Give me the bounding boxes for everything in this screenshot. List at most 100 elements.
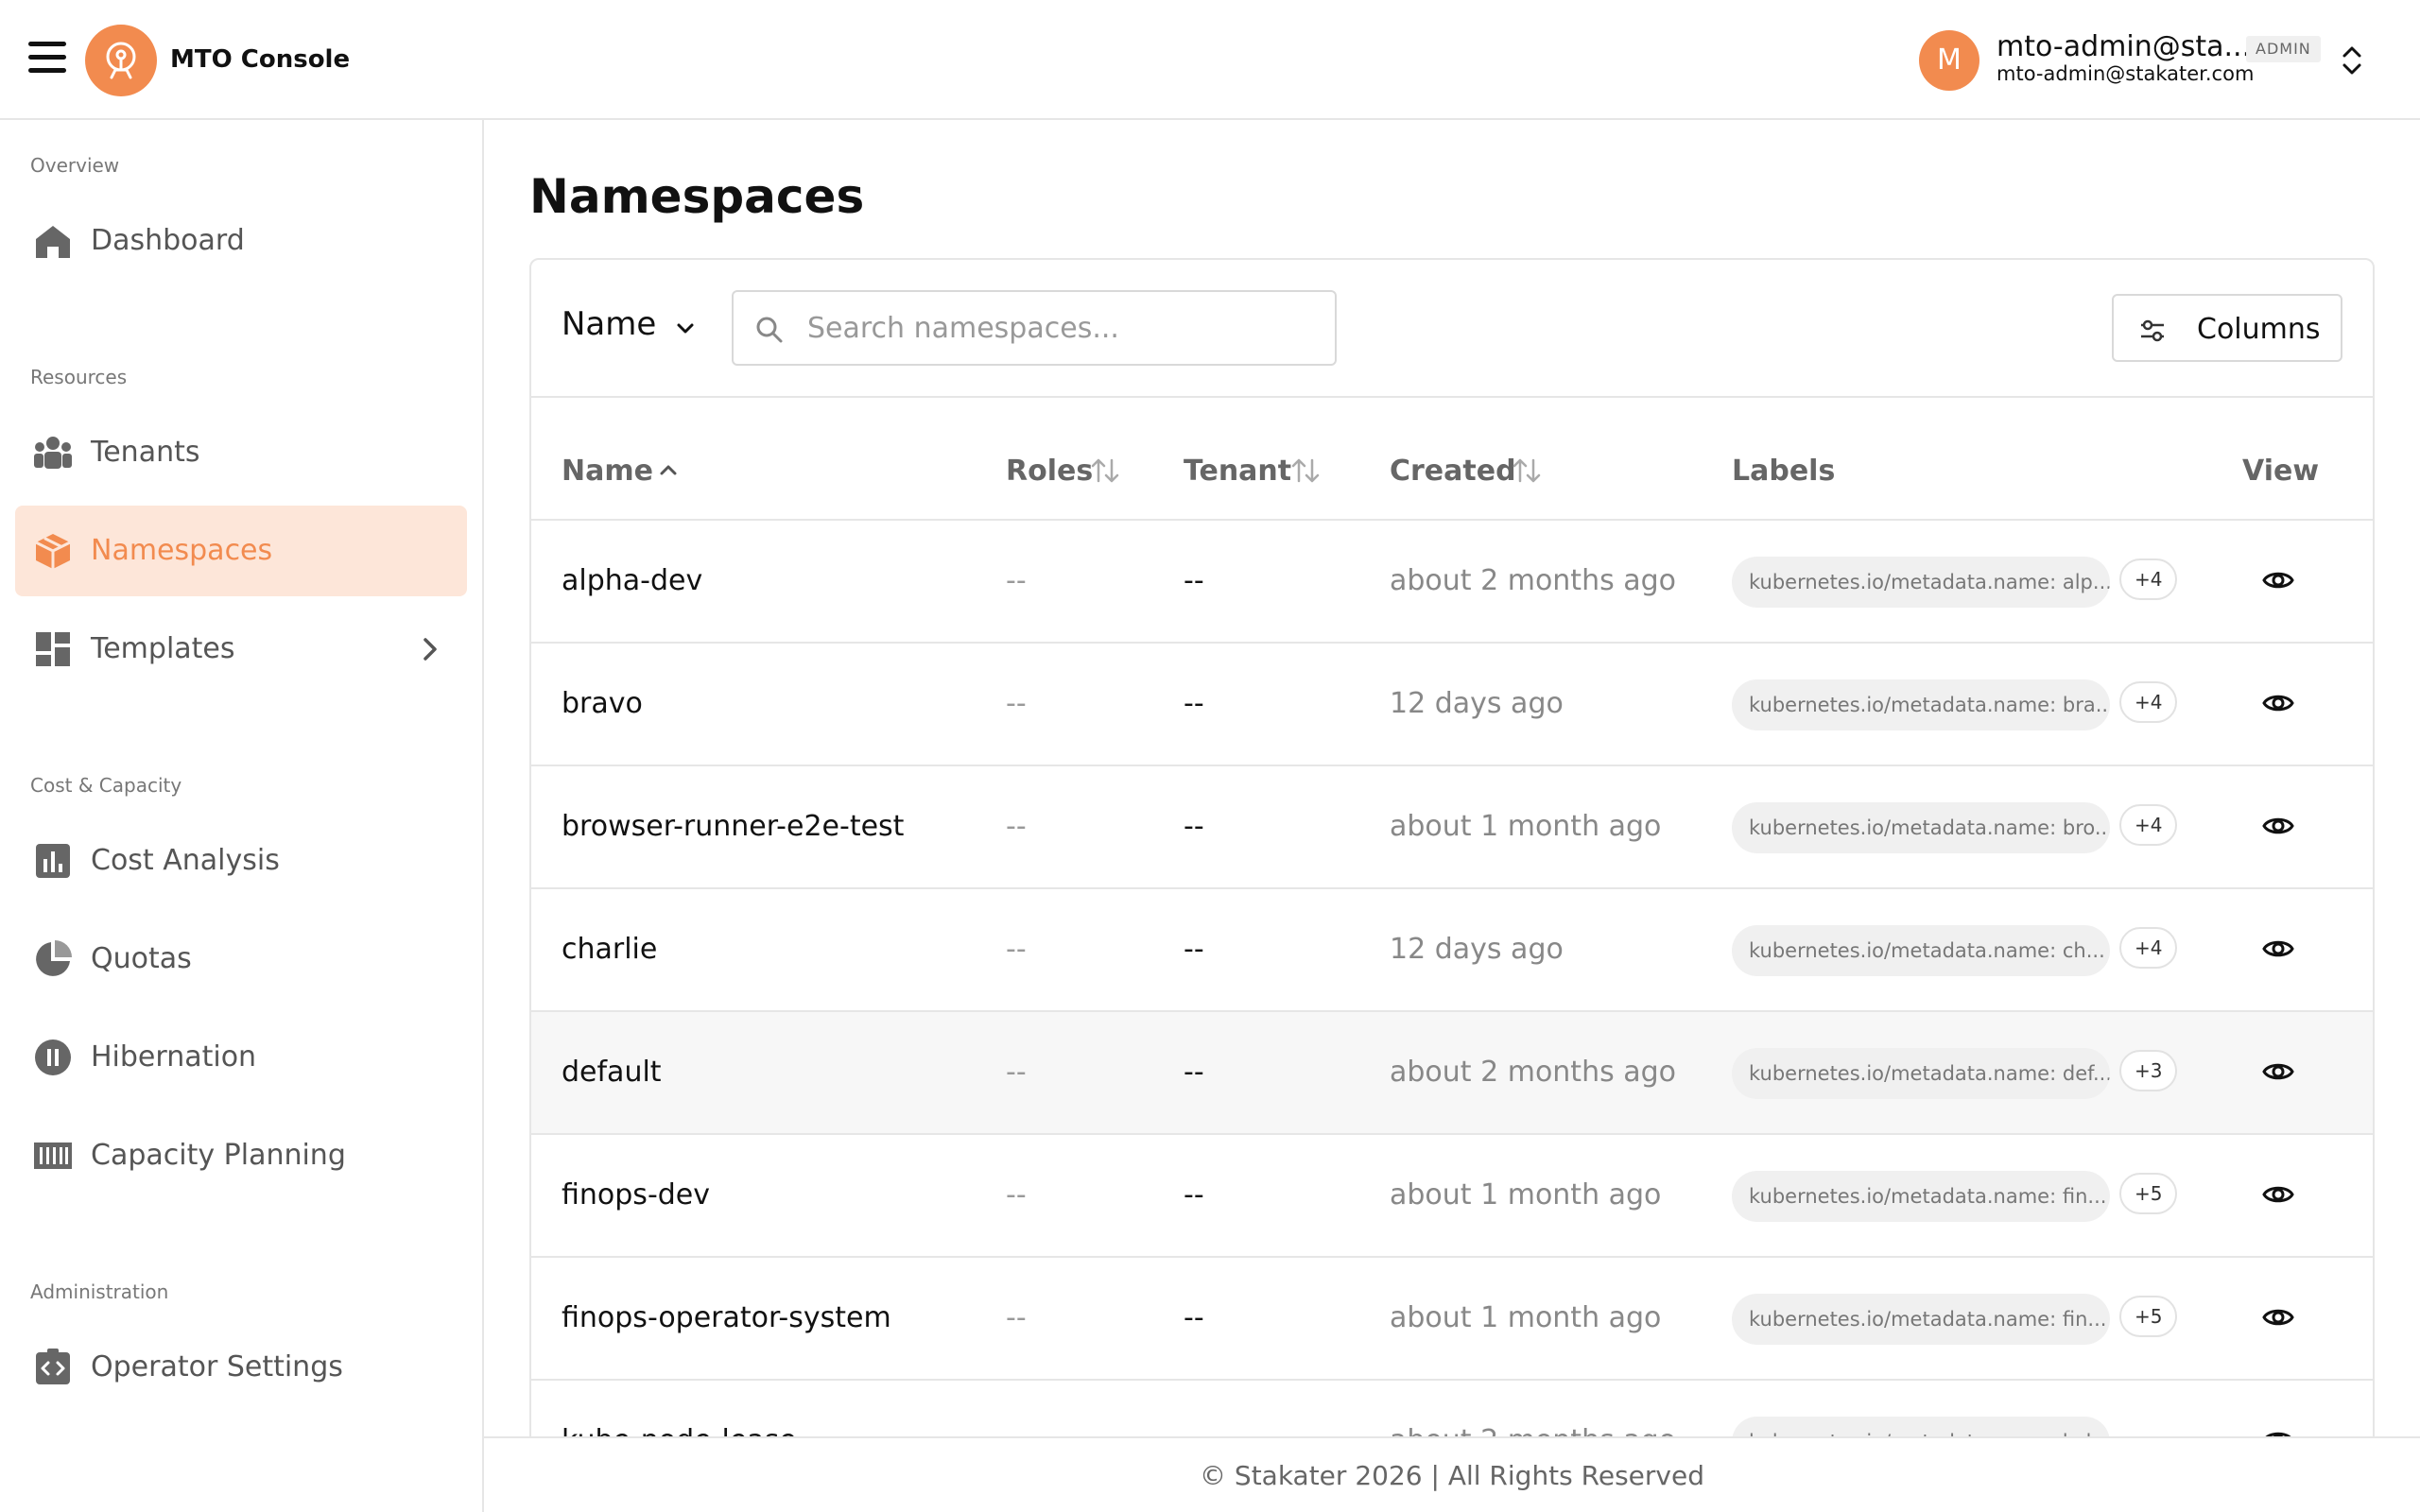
column-header-labels: Labels (1732, 455, 1836, 488)
app-root: MTO Console M mto-admin@sta... mto-admin… (0, 0, 2420, 1512)
sidebar-item-operator-settings[interactable]: Operator Settings (15, 1322, 467, 1413)
more-labels-badge[interactable]: +4 (2119, 927, 2178, 969)
sidebar-item-quotas[interactable]: Quotas (15, 914, 467, 1005)
view-eye-icon[interactable] (2261, 812, 2295, 840)
sidebar-item-label: Dashboard (91, 224, 245, 257)
home-icon (36, 226, 70, 258)
created-value: about 2 months ago (1390, 1056, 1677, 1089)
column-header-label: Name (562, 455, 653, 488)
created-value: about 1 month ago (1390, 1301, 1662, 1334)
namespace-name[interactable]: bravo (562, 687, 643, 720)
columns-button[interactable]: Columns (2112, 294, 2342, 362)
namespace-name[interactable]: kube-node-lease (562, 1424, 797, 1436)
roles-value: -- (1006, 810, 1027, 843)
view-eye-icon[interactable] (2261, 1303, 2295, 1332)
namespace-name[interactable]: finops-dev (562, 1178, 710, 1211)
sort-icon (1091, 458, 1119, 483)
created-value: 12 days ago (1390, 687, 1564, 720)
table-row[interactable]: charlie -- -- 12 days ago kubernetes.io/meta… (531, 889, 2373, 1012)
label-chip: kubernetes.io/metadata.name: bro... (1732, 802, 2110, 853)
section-label-cost-capacity: Cost & Capacity (30, 774, 182, 797)
more-labels-badge[interactable]: +5 (2119, 1296, 2178, 1337)
user-avatar[interactable]: M (1919, 30, 1979, 91)
column-header-view: View (2242, 455, 2320, 488)
sidebar-item-dashboard[interactable]: Dashboard (15, 196, 467, 286)
table-row[interactable]: browser-runner-e2e-test -- -- about 1 month… (531, 766, 2373, 889)
table-row[interactable]: bravo -- -- 12 days ago kubernetes.io/metada… (531, 644, 2373, 766)
filter-field-label: Name (562, 305, 657, 343)
created-value: about 1 month ago (1390, 1178, 1662, 1211)
sidebar-item-templates[interactable]: Templates (15, 604, 467, 695)
hamburger-menu-icon[interactable] (28, 42, 66, 77)
user-display-name: mto-admin@sta... (1996, 30, 2252, 63)
dashboard-grid-icon (36, 632, 70, 666)
chevron-down-icon (677, 323, 694, 334)
app-title: MTO Console (170, 45, 351, 74)
account-switch-icon[interactable] (2335, 42, 2369, 79)
tenant-value: -- (1184, 1178, 1204, 1211)
sidebar-item-label: Templates (91, 632, 235, 665)
view-eye-icon[interactable] (2261, 1180, 2295, 1209)
sidebar-item-namespaces[interactable]: Namespaces (15, 506, 467, 596)
more-labels-badge[interactable]: +3 (2119, 1050, 2178, 1091)
view-eye-icon[interactable] (2261, 1426, 2295, 1436)
sort-icon (1512, 458, 1541, 483)
namespace-name[interactable]: finops-operator-system (562, 1301, 891, 1334)
column-header-roles[interactable]: Roles (1006, 455, 1119, 488)
roles-value: -- (1006, 1056, 1027, 1089)
view-eye-icon[interactable] (2261, 689, 2295, 717)
column-header-created[interactable]: Created (1390, 455, 1541, 488)
column-header-tenant[interactable]: Tenant (1184, 455, 1320, 488)
tenant-value: -- (1184, 1056, 1204, 1089)
namespaces-table-card: Name Columns Name (529, 258, 2375, 1436)
more-labels-badge[interactable]: +5 (2119, 1173, 2178, 1214)
table-header: Name Roles Tenant Created Labels View (531, 398, 2373, 521)
settings-code-icon (36, 1349, 70, 1384)
sidebar-item-label: Cost Analysis (91, 844, 280, 877)
sidebar-item-tenants[interactable]: Tenants (15, 407, 467, 498)
table-row[interactable]: finops-operator-system -- -- about 1 month … (531, 1258, 2373, 1381)
view-eye-icon[interactable] (2261, 566, 2295, 594)
more-labels-badge[interactable]: +4 (2119, 681, 2178, 723)
role-badge: ADMIN (2246, 36, 2321, 62)
section-label-resources: Resources (30, 366, 128, 388)
sidebar-item-hibernation[interactable]: Hibernation (15, 1012, 467, 1103)
cube-icon (35, 534, 71, 569)
top-bar: MTO Console M mto-admin@sta... mto-admin… (0, 0, 2420, 120)
table-row[interactable]: finops-dev -- -- about 1 month ago kubernete… (531, 1135, 2373, 1258)
view-eye-icon[interactable] (2261, 935, 2295, 963)
sidebar-item-cost-analysis[interactable]: Cost Analysis (15, 816, 467, 906)
roles-value: -- (1006, 1424, 1027, 1436)
table-row[interactable]: kube-node-lease -- -- about 2 months ago kub… (531, 1381, 2373, 1436)
label-chip: kubernetes.io/metadata.name: fin... (1732, 1294, 2110, 1345)
more-labels-badge[interactable]: +4 (2119, 804, 2178, 846)
column-header-label: Roles (1006, 455, 1094, 488)
more-labels-badge[interactable]: +4 (2119, 558, 2178, 600)
namespace-name[interactable]: default (562, 1056, 662, 1089)
main-content: Namespaces Name Columns (484, 120, 2420, 1436)
view-eye-icon[interactable] (2261, 1057, 2295, 1086)
namespace-name[interactable]: browser-runner-e2e-test (562, 810, 904, 843)
app-logo[interactable] (85, 25, 157, 96)
label-chip: kubernetes.io/metadata.name: ch... (1732, 925, 2110, 976)
sidebar-item-capacity-planning[interactable]: Capacity Planning (15, 1110, 467, 1201)
footer: © Stakater 2026 | All Rights Reserved (484, 1436, 2420, 1512)
roles-value: -- (1006, 1178, 1027, 1211)
column-header-label: Tenant (1184, 455, 1292, 488)
user-email: mto-admin@stakater.com (1996, 62, 2255, 85)
tenant-value: -- (1184, 687, 1204, 720)
sidebar-item-label: Hibernation (91, 1040, 257, 1074)
sort-icon (1291, 458, 1320, 483)
sidebar-item-label: Tenants (91, 436, 200, 469)
search-input[interactable] (807, 305, 1318, 351)
filter-field-select[interactable]: Name (562, 305, 694, 352)
column-header-name[interactable]: Name (562, 455, 677, 488)
page-title: Namespaces (529, 169, 865, 224)
table-row[interactable]: alpha-dev -- -- about 2 months ago kubernete… (531, 521, 2373, 644)
table-row[interactable]: default -- -- about 2 months ago kubernetes.… (531, 1012, 2373, 1135)
roles-value: -- (1006, 1301, 1027, 1334)
namespace-name[interactable]: charlie (562, 933, 657, 966)
namespace-name[interactable]: alpha-dev (562, 564, 702, 597)
section-label-administration: Administration (30, 1280, 169, 1303)
roles-value: -- (1006, 933, 1027, 966)
